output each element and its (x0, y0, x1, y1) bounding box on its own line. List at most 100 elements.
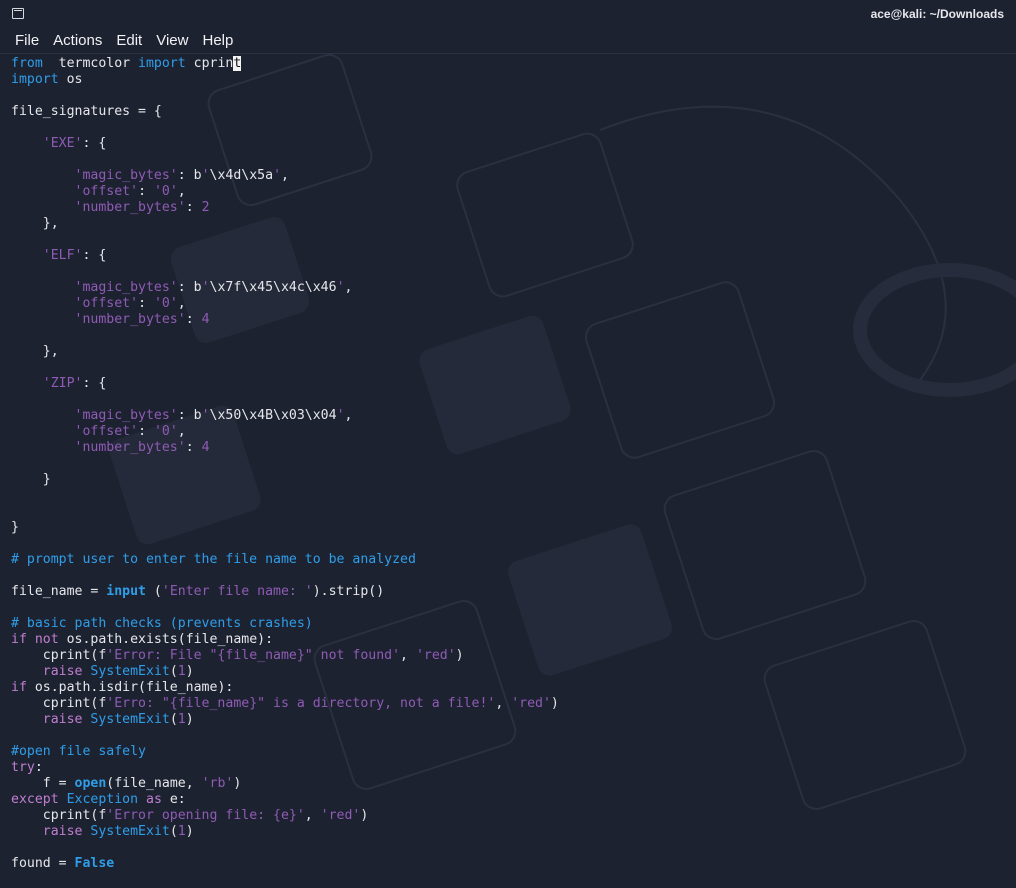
code-token: 'ELF' (42, 248, 83, 263)
code-token: 'Enter file name: ' (161, 584, 313, 599)
code-token: 'number_bytes' (74, 200, 186, 215)
code-token: '0' (153, 424, 178, 439)
code-token: (file_name, (106, 776, 202, 791)
code-token: 1 (177, 664, 186, 679)
code-token: 'number_bytes' (74, 312, 186, 327)
code-token: open (74, 776, 107, 791)
code-line: #open file safely (11, 744, 1006, 760)
code-token: SystemExit (90, 712, 170, 727)
code-line: file_name = input ('Enter file name: ').… (11, 584, 1006, 600)
code-token: ( (145, 584, 162, 599)
code-line: } (11, 472, 1006, 488)
code-line: file_signatures = { (11, 104, 1006, 120)
code-token: ) (185, 824, 194, 839)
window-titlebar[interactable]: ace@kali: ~/Downloads (0, 0, 1016, 28)
code-token: 'red' (415, 648, 456, 663)
code-token: 'Erro: "{file_name}" is a directory, not… (106, 696, 496, 711)
code-token: os (58, 72, 83, 87)
code-token: 'number_bytes' (74, 440, 186, 455)
code-token: 'magic_bytes' (74, 408, 178, 423)
code-token: , (400, 648, 416, 663)
code-line: 'ZIP': { (11, 376, 1006, 392)
code-token: , (495, 696, 512, 711)
menu-bar: File Actions Edit View Help (0, 28, 1016, 54)
code-token: try (11, 760, 35, 775)
code-line: cprint(f'Erro: "{file_name}" is a direct… (11, 696, 1006, 712)
code-line: raise SystemExit(1) (11, 712, 1006, 728)
code-line: raise SystemExit(1) (11, 824, 1006, 840)
code-token: if (11, 632, 27, 647)
terminal-icon[interactable] (12, 8, 24, 19)
menu-edit[interactable]: Edit (109, 29, 149, 53)
code-token: 1 (177, 712, 186, 727)
code-line: if os.path.isdir(file_name): (11, 680, 1006, 696)
menu-actions[interactable]: Actions (46, 29, 109, 53)
code-token: : b (177, 408, 202, 423)
code-token: ).strip() (312, 584, 385, 599)
code-token: 'magic_bytes' (74, 280, 178, 295)
code-token: ' (273, 168, 282, 183)
code-line: 'magic_bytes': b'\x50\x4B\x03\x04', (11, 408, 1006, 424)
code-token: : (34, 760, 43, 775)
code-token: ( (169, 824, 178, 839)
code-token: : { (82, 376, 107, 391)
code-token: cprin (185, 56, 234, 71)
code-token: } (11, 520, 19, 535)
code-line: 'offset': '0', (11, 424, 1006, 440)
code-token: }, (11, 344, 59, 359)
code-token: e: (161, 792, 186, 807)
code-token: # prompt user to enter the file name to … (11, 552, 416, 567)
code-token: \x50\x4B\x03\x04 (209, 408, 337, 423)
code-token: : (185, 200, 202, 215)
code-token: 'Error opening file: {e}' (106, 808, 305, 823)
code-line: 'number_bytes': 4 (11, 440, 1006, 456)
code-editor[interactable]: from termcolor import cprint import os fil… (11, 56, 1006, 888)
code-token: file_signatures = { (11, 104, 162, 119)
text-cursor: t (233, 56, 242, 71)
code-token: f = (11, 776, 75, 791)
code-token: if (11, 680, 27, 695)
code-token: 'offset' (74, 296, 139, 311)
menu-help[interactable]: Help (195, 29, 240, 53)
code-token: , (281, 168, 289, 183)
menu-file[interactable]: File (8, 29, 46, 53)
code-token: import (138, 56, 186, 71)
code-token: 'offset' (74, 424, 139, 439)
code-token: : (185, 312, 202, 327)
code-token: ' (336, 280, 345, 295)
code-token: ) (185, 712, 194, 727)
code-line: # prompt user to enter the file name to … (11, 552, 1006, 568)
code-line: if not os.path.exists(file_name): (11, 632, 1006, 648)
code-token: import (11, 72, 59, 87)
code-line: import os (11, 72, 1006, 88)
code-token: ' (201, 168, 210, 183)
code-token: ( (169, 664, 178, 679)
code-line: 'magic_bytes': b'\x7f\x45\x4c\x46', (11, 280, 1006, 296)
code-token: : (185, 440, 202, 455)
menu-view[interactable]: View (149, 29, 195, 53)
code-token: raise (42, 712, 83, 727)
code-line: } (11, 520, 1006, 536)
code-line: 'ELF': { (11, 248, 1006, 264)
code-token: : (138, 296, 154, 311)
code-line: cprint(f'Error opening file: {e}', 'red'… (11, 808, 1006, 824)
code-token: # basic path checks (prevents crashes) (11, 616, 313, 631)
code-token: from (11, 56, 43, 71)
code-token: cprint(f (11, 648, 107, 663)
code-line: # basic path checks (prevents crashes) (11, 616, 1006, 632)
